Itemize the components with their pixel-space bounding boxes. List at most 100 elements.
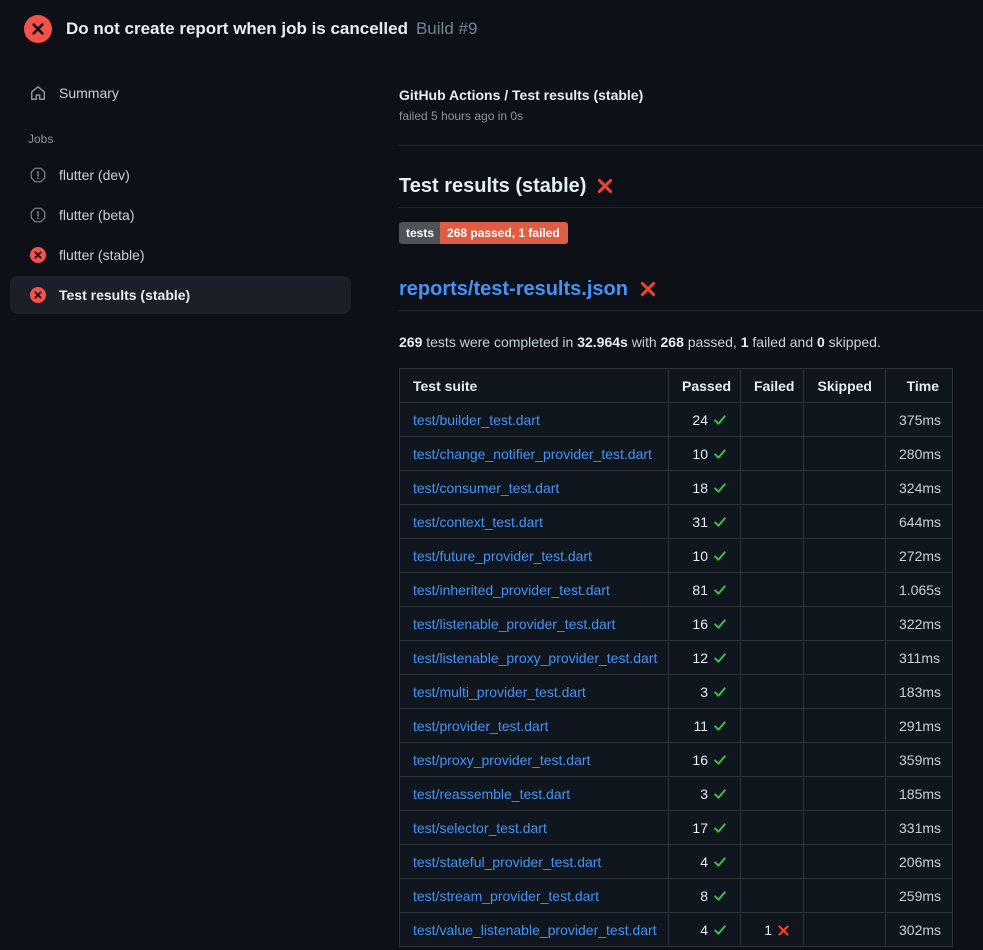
skipped-cell — [804, 709, 886, 743]
suite-link[interactable]: test/builder_test.dart — [413, 412, 540, 428]
table-row: test/future_provider_test.dart 10 272ms — [400, 539, 953, 573]
suite-link[interactable]: test/proxy_provider_test.dart — [413, 752, 590, 768]
time-cell: 183ms — [886, 675, 953, 709]
table-row: test/builder_test.dart24 375ms — [400, 403, 953, 437]
suite-link[interactable]: test/future_provider_test.dart — [413, 548, 592, 564]
failed-cell — [741, 437, 804, 471]
suite-cell: test/stream_provider_test.dart — [400, 879, 669, 913]
skipped-cell — [804, 913, 886, 947]
summary-fragment: 268 — [661, 334, 684, 350]
suite-link[interactable]: test/stream_provider_test.dart — [413, 888, 599, 904]
breadcrumb: GitHub Actions / Test results (stable) — [399, 85, 983, 105]
time-cell: 1.065s — [886, 573, 953, 607]
time-cell: 291ms — [886, 709, 953, 743]
suite-link[interactable]: test/provider_test.dart — [413, 718, 548, 734]
divider — [399, 145, 983, 146]
count-value: 10 — [692, 548, 708, 564]
count-value: 12 — [692, 650, 708, 666]
tests-summary-text: 269 tests were completed in 32.964s with… — [399, 332, 983, 352]
col-header-passed: Passed — [669, 369, 741, 403]
count-value: 10 — [692, 446, 708, 462]
time-cell: 331ms — [886, 811, 953, 845]
failed-cell — [741, 539, 804, 573]
job-label: flutter (stable) — [59, 247, 145, 263]
sidebar: Summary Jobs flutter (dev) flutter (beta… — [0, 0, 390, 316]
x-icon — [777, 924, 790, 937]
table-row: test/reassemble_test.dart 3 185ms — [400, 777, 953, 811]
time-cell: 375ms — [886, 403, 953, 437]
sidebar-item-flutter-stable[interactable]: flutter (stable) — [10, 236, 351, 274]
check-icon — [713, 923, 727, 937]
summary-fragment: failed and — [749, 334, 818, 350]
count-value: 3 — [700, 684, 708, 700]
time-cell: 302ms — [886, 913, 953, 947]
table-row: test/consumer_test.dart18 324ms — [400, 471, 953, 505]
count-value: 4 — [700, 922, 708, 938]
summary-fragment: 1 — [741, 334, 749, 350]
suite-link[interactable]: test/inherited_provider_test.dart — [413, 582, 610, 598]
main-content: GitHub Actions / Test results (stable) f… — [399, 85, 983, 947]
suite-cell: test/stateful_provider_test.dart — [400, 845, 669, 879]
check-icon — [713, 447, 727, 461]
table-row: test/selector_test.dart17 331ms — [400, 811, 953, 845]
suite-link[interactable]: test/stateful_provider_test.dart — [413, 854, 601, 870]
failed-cell — [741, 675, 804, 709]
passed-cell: 8 — [669, 879, 741, 913]
suite-link[interactable]: test/reassemble_test.dart — [413, 786, 570, 802]
skipped-cell — [804, 879, 886, 913]
sidebar-item-summary[interactable]: Summary — [10, 80, 351, 106]
summary-fragment: 0 — [817, 334, 825, 350]
summary-fragment: 269 — [399, 334, 422, 350]
check-icon — [713, 515, 727, 529]
failed-cell — [741, 573, 804, 607]
suite-link[interactable]: test/multi_provider_test.dart — [413, 684, 586, 700]
suite-link[interactable]: test/listenable_provider_test.dart — [413, 616, 615, 632]
col-header-time: Time — [886, 369, 953, 403]
home-icon — [30, 85, 46, 101]
check-icon — [713, 855, 727, 869]
check-icon — [713, 583, 727, 597]
passed-cell: 81 — [669, 573, 741, 607]
time-cell: 185ms — [886, 777, 953, 811]
jobs-section-label: Jobs — [28, 132, 390, 146]
count-value: 3 — [700, 786, 708, 802]
failed-cell — [741, 403, 804, 437]
passed-cell: 31 — [669, 505, 741, 539]
suite-link[interactable]: test/selector_test.dart — [413, 820, 547, 836]
sidebar-item-flutter-beta[interactable]: flutter (beta) — [10, 196, 351, 234]
check-icon — [713, 481, 727, 495]
run-build-number: Build #9 — [416, 19, 477, 39]
skipped-cell — [804, 403, 886, 437]
time-cell: 644ms — [886, 505, 953, 539]
skipped-cell — [804, 777, 886, 811]
job-label: flutter (dev) — [59, 167, 130, 183]
cancelled-octagon-icon — [30, 207, 46, 223]
sidebar-item-test-results-stable[interactable]: Test results (stable) — [10, 276, 351, 314]
time-cell: 272ms — [886, 539, 953, 573]
count-value: 18 — [692, 480, 708, 496]
job-label: flutter (beta) — [59, 207, 134, 223]
sidebar-summary-label: Summary — [59, 85, 119, 101]
suite-link[interactable]: test/value_listenable_provider_test.dart — [413, 922, 657, 938]
report-file-link[interactable]: reports/test-results.json — [399, 275, 628, 303]
x-circle-icon — [30, 247, 46, 263]
sidebar-item-flutter-dev[interactable]: flutter (dev) — [10, 156, 351, 194]
suite-link[interactable]: test/context_test.dart — [413, 514, 543, 530]
count-value: 1 — [764, 922, 772, 938]
suite-cell: test/multi_provider_test.dart — [400, 675, 669, 709]
skipped-cell — [804, 641, 886, 675]
failed-cell — [741, 471, 804, 505]
failed-x-icon — [596, 177, 614, 195]
table-row: test/provider_test.dart11 291ms — [400, 709, 953, 743]
suite-link[interactable]: test/consumer_test.dart — [413, 480, 559, 496]
check-icon — [713, 617, 727, 631]
failed-cell: 1 — [741, 913, 804, 947]
skipped-cell — [804, 811, 886, 845]
skipped-cell — [804, 743, 886, 777]
failed-cell — [741, 845, 804, 879]
suite-link[interactable]: test/change_notifier_provider_test.dart — [413, 446, 652, 462]
suite-link[interactable]: test/listenable_proxy_provider_test.dart — [413, 650, 657, 666]
jobs-list: flutter (dev) flutter (beta) flutter (st… — [0, 156, 390, 314]
skipped-cell — [804, 471, 886, 505]
check-icon — [713, 413, 727, 427]
